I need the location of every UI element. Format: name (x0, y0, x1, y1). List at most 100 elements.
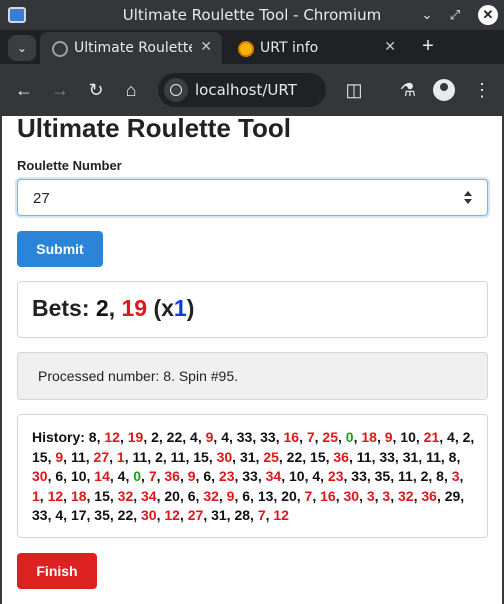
status-message-panel: Processed number: 8. Spin #95. (17, 352, 488, 400)
history-number: 9 (226, 487, 235, 504)
globe-icon (52, 41, 68, 57)
history-number: 15 (193, 448, 209, 465)
history-number: 2 (151, 429, 159, 445)
finish-button[interactable]: Finish (17, 553, 97, 589)
history-number: 20 (281, 487, 297, 504)
new-tab-plus-icon[interactable]: + (416, 35, 440, 59)
bet-multiplier-open: (x (153, 295, 174, 321)
history-text: History: 8, 12, 19, 2, 22, 4, 9, 4, 33, … (32, 429, 475, 523)
tab-close-icon[interactable]: ✕ (200, 39, 212, 55)
history-number: 15 (310, 448, 326, 465)
home-icon[interactable]: ⌂ (119, 78, 143, 102)
close-icon[interactable]: ✕ (478, 5, 498, 25)
history-number: 11 (356, 448, 372, 465)
bet-separator: , (108, 295, 116, 321)
history-number: 19 (127, 429, 144, 445)
history-number: 15 (94, 487, 110, 504)
history-number: 9 (55, 448, 64, 465)
site-info-icon[interactable] (164, 78, 188, 102)
history-number: 4 (190, 429, 198, 445)
history-number: 18 (70, 487, 87, 504)
history-number: 0 (133, 468, 142, 484)
page-title: Ultimate Roulette Tool (17, 116, 291, 143)
address-url: localhost/URT (195, 81, 297, 99)
history-number: 6 (55, 468, 64, 484)
address-bar[interactable]: localhost/URT (158, 73, 326, 107)
tab-label: URT info (260, 40, 319, 56)
history-number: 12 (47, 487, 64, 504)
roulette-number-label: Roulette Number (17, 158, 122, 173)
history-number: 16 (283, 429, 300, 445)
history-number: 33 (379, 448, 395, 465)
history-number: 36 (421, 487, 437, 504)
extensions-puzzle-icon[interactable]: ◫ (342, 78, 366, 102)
history-number: 22 (117, 507, 134, 523)
history-number: 2 (420, 468, 429, 484)
history-number: 7 (148, 468, 157, 484)
history-number: 35 (94, 507, 110, 523)
restore-icon[interactable]: ⤢ (444, 4, 466, 26)
history-number: 15 (32, 448, 48, 465)
history-number: 12 (273, 507, 289, 523)
history-number: 8 (436, 468, 444, 484)
tab-search-chevron-down-icon[interactable]: ⌄ (8, 35, 36, 61)
history-number: 1 (116, 448, 125, 465)
roulette-number-input[interactable]: 27 (17, 179, 488, 216)
history-number: 10 (288, 468, 305, 484)
history-number: 11 (132, 448, 148, 465)
history-number: 4 (55, 507, 64, 523)
forward-arrow-icon[interactable]: → (48, 78, 72, 102)
history-number: 3 (382, 487, 391, 504)
browser-toolbar: ← → ↻ ⌂ localhost/URT ◫ ⚗ ⋮ (0, 64, 504, 116)
profile-avatar-icon[interactable] (433, 79, 455, 101)
history-number: 21 (423, 429, 440, 445)
tab-close-icon[interactable]: ✕ (384, 39, 396, 55)
history-number: 34 (265, 468, 282, 484)
history-number: 14 (94, 468, 110, 484)
history-number: 10 (70, 468, 87, 484)
history-number: 23 (218, 468, 235, 484)
history-number: 18 (361, 429, 377, 445)
status-message: Processed number: 8. Spin #95. (38, 368, 239, 384)
number-spinner-icon[interactable] (463, 190, 473, 206)
roulette-number-value: 27 (33, 190, 50, 207)
history-number: 31 (402, 448, 419, 465)
history-number: 7 (304, 487, 313, 504)
reload-icon[interactable]: ↻ (84, 78, 108, 102)
minimize-icon[interactable]: ⌄ (416, 4, 438, 26)
history-number: 32 (117, 487, 134, 504)
history-number: 34 (141, 487, 157, 504)
submit-button[interactable]: Submit (17, 231, 103, 267)
history-number: 33 (242, 468, 258, 484)
history-number: 4 (117, 468, 126, 484)
tab-label: Ultimate Roulette Tool (74, 40, 192, 56)
bets-line: Bets: 2, 19 (x1) (32, 295, 194, 322)
history-number: 12 (164, 507, 180, 523)
history-number: 4 (447, 429, 455, 445)
history-number: 30 (343, 487, 360, 504)
history-number: 10 (400, 429, 416, 445)
history-number: 0 (345, 429, 354, 445)
history-number: 2 (462, 429, 471, 445)
labs-flask-icon[interactable]: ⚗ (396, 78, 420, 102)
history-number: 17 (70, 507, 87, 523)
history-number: 27 (187, 507, 204, 523)
menu-kebab-icon[interactable]: ⋮ (470, 78, 494, 102)
back-arrow-icon[interactable]: ← (12, 78, 36, 102)
history-number: 7 (257, 507, 266, 523)
bets-prefix: Bets: (32, 295, 90, 321)
page-content: Ultimate Roulette Tool Roulette Number 2… (0, 116, 504, 604)
history-number: 20 (164, 487, 180, 504)
history-number: 32 (398, 487, 414, 504)
history-number: 11 (426, 448, 441, 465)
tab-ultimate-roulette-tool[interactable]: Ultimate Roulette Tool ✕ (40, 32, 222, 64)
tab-urt-info[interactable]: URT info ✕ (226, 32, 406, 64)
history-number: 25 (263, 448, 279, 465)
history-number: 9 (384, 429, 393, 445)
history-number: 35 (374, 468, 391, 484)
history-number: 8 (88, 429, 97, 445)
history-number: 32 (203, 487, 219, 504)
history-number: 22 (286, 448, 303, 465)
urt-favicon-icon (238, 41, 254, 57)
history-number: 13 (257, 487, 274, 504)
